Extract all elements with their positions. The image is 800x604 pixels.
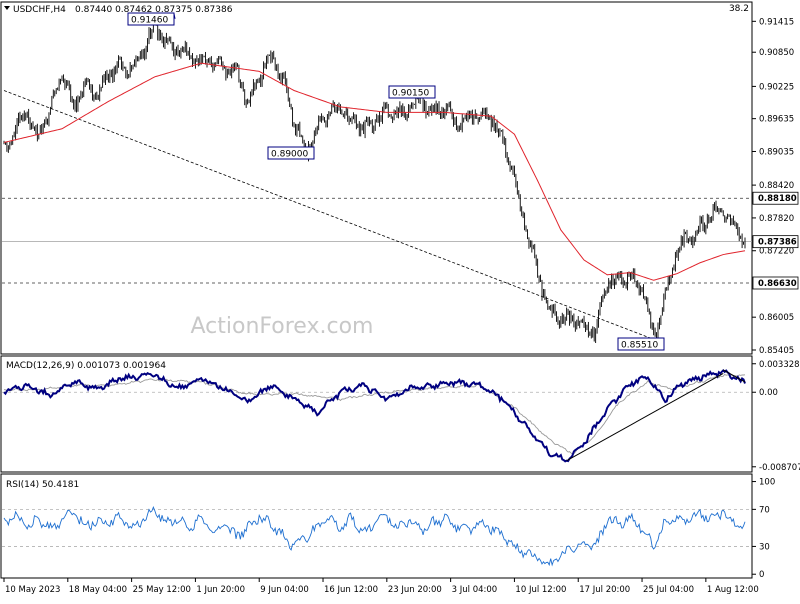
time-axis: 10 May 2023 18 May 04:00 25 May 12:00 1 Jun… [3,578,759,595]
time-axis-label: 9 Jun 04:00 [260,585,309,595]
rsi-axis-label: 30 [759,542,770,552]
rsi-axis-label: 100 [759,478,775,488]
price-axis-label: 0.89035 [759,147,794,157]
time-axis-label: 18 May 04:00 [69,585,127,595]
price-axis-label: 0.89635 [759,115,794,125]
price-callout-label: 0.90150 [392,89,429,99]
macd-axis-label: 0.00 [759,388,778,398]
watermark: ActionForex.com [191,314,374,339]
price-callout-label: 0.91460 [131,16,168,26]
level-price-label: 0.86630 [758,279,797,289]
time-axis-label: 10 May 2023 [5,585,60,595]
corner-value: 38.2 [729,4,749,14]
time-axis-label: 25 Jul 04:00 [643,585,694,595]
rsi-axis-label: 70 [759,505,770,515]
chart-window: ActionForex.com 0.91415 0.90850 0.90225 0.8… [0,0,800,600]
price-callout-label: 0.85510 [621,341,658,351]
price-panel-frame [0,1,753,355]
price-axis-label: 0.87820 [759,214,794,224]
price-axis-label: 0.87220 [759,247,794,257]
ohlc-readout: 0.87440 0.87462 0.87375 0.87386 [75,5,233,15]
macd-axis-label: -0.008707 [759,463,800,473]
price-axis-label: 0.86005 [759,313,794,323]
rsi-title: RSI(14) 50.4181 [6,480,79,490]
time-axis-label: 25 May 12:00 [133,585,191,595]
price-callout-label: 0.89000 [271,150,308,160]
time-axis-label: 1 Aug 12:00 [707,585,759,595]
price-axis-label: 0.85405 [759,346,794,356]
time-axis-label: 10 Jul 12:00 [515,585,566,595]
chart-canvas: ActionForex.com 0.91415 0.90850 0.90225 0.8… [0,1,800,595]
macd-panel-frame [0,355,753,473]
price-axis-label: 0.88420 [759,181,794,191]
rsi-axis-label: 0 [759,570,764,580]
level-price-label: 0.88180 [758,194,797,204]
current-price-label: 0.87386 [758,238,797,248]
macd-title: MACD(12,26,9) 0.001073 0.001964 [6,361,166,371]
time-axis-label: 3 Jul 04:00 [452,585,498,595]
time-axis-label: 17 Jul 20:00 [579,585,630,595]
symbol-label: USDCHF,H4 [13,5,66,15]
time-axis-label: 16 Jun 12:00 [324,585,378,595]
price-axis-label: 0.90225 [759,82,794,92]
time-axis-label: 23 Jun 20:00 [388,585,442,595]
macd-axis-label: 0.003328 [759,360,800,370]
time-axis-label: 1 Jun 20:00 [196,585,245,595]
price-axis-label: 0.91415 [759,17,794,27]
price-axis-label: 0.90850 [759,48,794,58]
